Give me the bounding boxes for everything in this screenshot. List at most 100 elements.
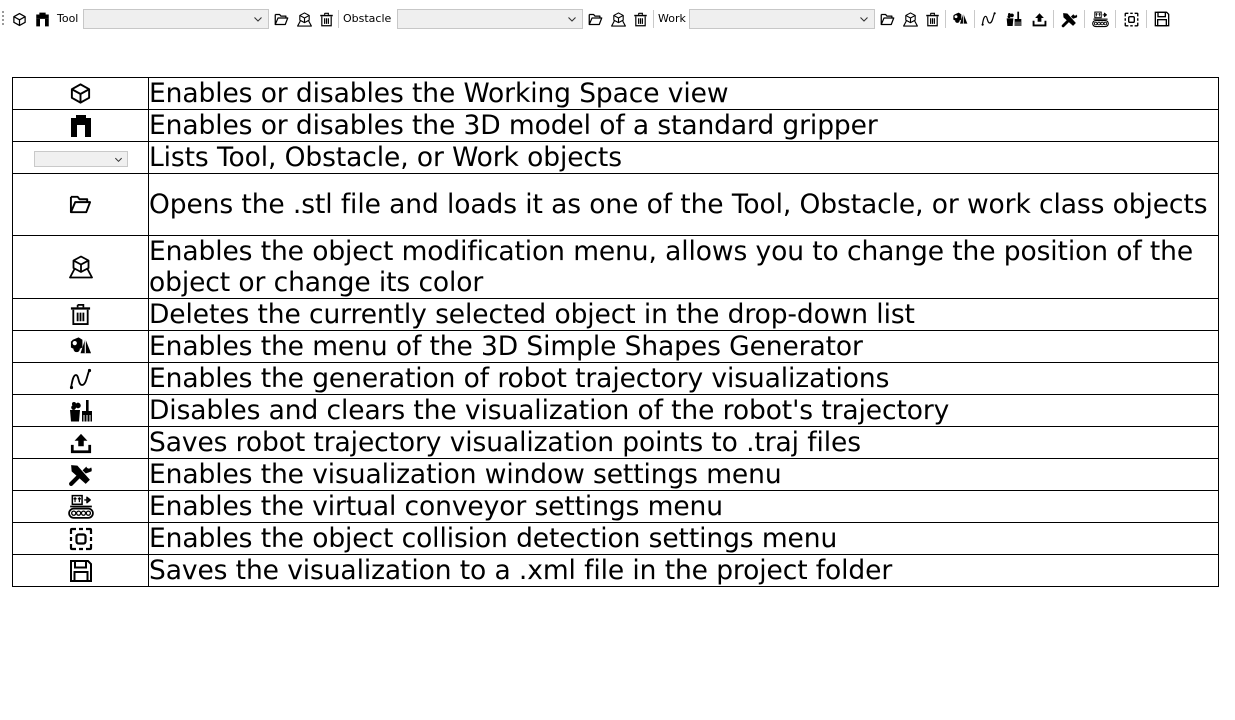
gripper-icon <box>35 12 50 27</box>
collision-detection-button[interactable] <box>1119 0 1143 38</box>
obstacle-label: Obstacle <box>343 12 392 25</box>
table-row: Lists Tool, Obstacle, or Work objects <box>12 141 1219 174</box>
tool-open-button[interactable] <box>271 0 291 38</box>
description-cell: Enables the object collision detection s… <box>148 522 1219 555</box>
table-row: Enables the menu of the 3D Simple Shapes… <box>12 330 1219 363</box>
gripper-icon <box>69 114 93 138</box>
trash-icon <box>925 12 940 27</box>
table-row: Enables the object modification menu, al… <box>12 235 1219 299</box>
description-cell: Enables the menu of the 3D Simple Shapes… <box>148 330 1219 363</box>
icon-cell <box>12 109 149 142</box>
icon-cell <box>12 426 149 459</box>
clear-trajectory-icon <box>69 399 93 423</box>
trash-icon <box>69 303 92 326</box>
icon-cell <box>12 77 149 110</box>
working-space-toggle-button[interactable] <box>9 0 29 38</box>
work-modify-button[interactable] <box>900 0 920 38</box>
settings-tools-icon <box>1061 11 1078 28</box>
toolbar-separator <box>1115 10 1116 28</box>
icon-cell <box>12 458 149 491</box>
icon-cell <box>12 362 149 395</box>
table-row: Deletes the currently selected object in… <box>12 298 1219 331</box>
toolbar-separator <box>945 10 946 28</box>
work-open-button[interactable] <box>877 0 897 38</box>
trash-icon <box>633 12 648 27</box>
icon-cell <box>12 141 149 174</box>
collision-detection-icon <box>1124 12 1139 27</box>
shapes-generator-icon <box>69 335 92 358</box>
folder-open-icon <box>69 193 92 216</box>
table-row: Enables the generation of robot trajecto… <box>12 362 1219 395</box>
shapes-generator-icon <box>952 11 968 27</box>
table-row: Enables or disables the 3D model of a st… <box>12 109 1219 142</box>
toolbar-separator <box>1146 10 1147 28</box>
obstacle-modify-button[interactable] <box>608 0 628 38</box>
tool-delete-button[interactable] <box>316 0 336 38</box>
clear-trajectory-icon <box>1006 11 1022 27</box>
clear-trajectory-button[interactable] <box>1003 0 1025 38</box>
obstacle-combobox[interactable] <box>397 9 583 29</box>
trajectory-icon <box>69 367 93 391</box>
folder-open-icon <box>274 12 289 27</box>
object-modify-icon <box>611 12 626 27</box>
icon-cell <box>12 554 149 587</box>
toolbar-separator <box>653 10 654 28</box>
toolbar-grip[interactable] <box>2 11 4 27</box>
save-trajectory-icon <box>1032 12 1047 27</box>
folder-open-icon <box>880 12 895 27</box>
icon-cell <box>12 173 149 236</box>
save-disk-icon <box>69 559 93 583</box>
obstacle-delete-button[interactable] <box>630 0 650 38</box>
description-cell: Enables the visualization window setting… <box>148 458 1219 491</box>
save-trajectory-icon <box>70 432 92 454</box>
table-row: Saves the visualization to a .xml file i… <box>12 554 1219 587</box>
tool-modify-button[interactable] <box>294 0 314 38</box>
description-cell: Enables or disables the 3D model of a st… <box>148 109 1219 142</box>
table-row: Disables and clears the visualization of… <box>12 394 1219 427</box>
table-row: Enables the visualization window setting… <box>12 458 1219 491</box>
chevron-down-icon <box>859 14 869 24</box>
description-cell: Saves the visualization to a .xml file i… <box>148 554 1219 587</box>
description-cell: Disables and clears the visualization of… <box>148 394 1219 427</box>
table-row: Saves robot trajectory visualization poi… <box>12 426 1219 459</box>
table-row: Enables the object collision detection s… <box>12 522 1219 555</box>
description-cell: Lists Tool, Obstacle, or Work objects <box>148 141 1219 174</box>
description-cell: Saves robot trajectory visualization poi… <box>148 426 1219 459</box>
trajectory-button[interactable] <box>978 0 1000 38</box>
description-cell: Enables the object modification menu, al… <box>148 235 1219 299</box>
description-cell: Enables the virtual conveyor settings me… <box>148 490 1219 523</box>
toolbar-separator <box>1053 10 1054 28</box>
conveyor-settings-button[interactable] <box>1088 0 1112 38</box>
tool-combobox[interactable] <box>83 9 269 29</box>
work-delete-button[interactable] <box>922 0 942 38</box>
toolbar-separator <box>1084 10 1085 28</box>
chevron-down-icon <box>114 155 123 164</box>
conveyor-icon <box>68 494 94 520</box>
object-modify-icon <box>903 12 918 27</box>
work-label: Work <box>658 12 686 25</box>
combo-box-icon <box>33 150 128 167</box>
settings-button[interactable] <box>1057 0 1081 38</box>
save-disk-icon <box>1154 11 1170 27</box>
icon-cell <box>12 522 149 555</box>
save-trajectory-button[interactable] <box>1028 0 1050 38</box>
shapes-generator-button[interactable] <box>949 0 971 38</box>
gripper-toggle-button[interactable] <box>32 0 52 38</box>
icon-cell <box>12 235 149 299</box>
description-cell: Opens the .stl file and loads it as one … <box>148 173 1219 236</box>
icon-cell <box>12 298 149 331</box>
icon-cell <box>12 330 149 363</box>
settings-tools-icon <box>68 462 93 487</box>
chevron-down-icon <box>567 14 577 24</box>
toolbar-separator <box>974 10 975 28</box>
trajectory-icon <box>981 11 997 27</box>
collision-detection-icon <box>69 527 93 551</box>
cube-outline-icon <box>69 82 92 105</box>
work-combobox[interactable] <box>689 9 875 29</box>
save-visualization-button[interactable] <box>1150 0 1174 38</box>
table-row: Enables the virtual conveyor settings me… <box>12 490 1219 523</box>
tool-label: Tool <box>57 12 79 25</box>
icon-cell <box>12 394 149 427</box>
object-modify-icon <box>297 12 312 27</box>
obstacle-open-button[interactable] <box>585 0 605 38</box>
